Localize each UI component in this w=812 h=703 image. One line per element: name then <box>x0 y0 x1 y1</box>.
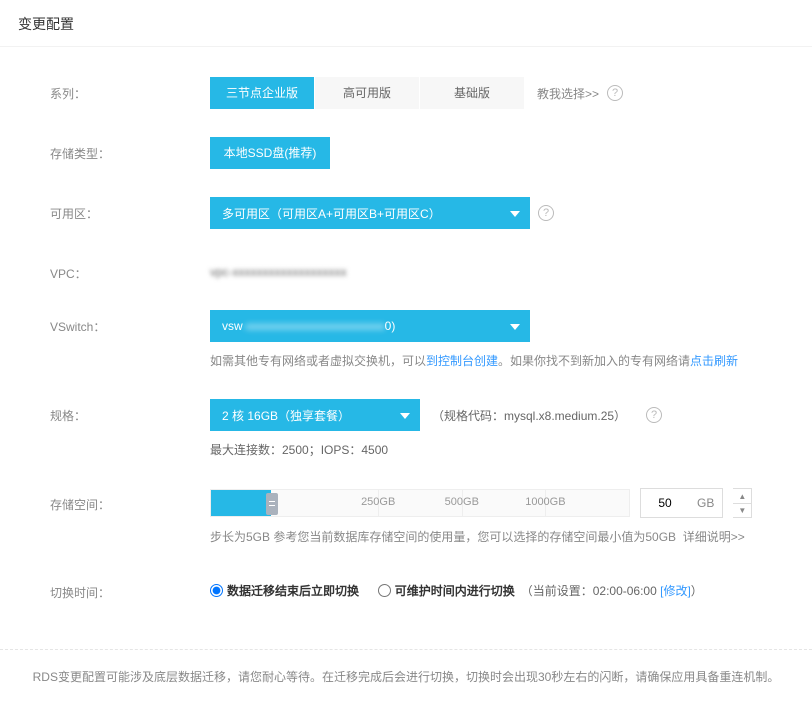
spec-code: （规格代码：mysql.x8.medium.25） <box>432 407 626 424</box>
storage-detail-link[interactable]: 详细说明>> <box>683 530 745 544</box>
chevron-down-icon <box>400 408 410 422</box>
row-vswitch: VSwitch： vsw-xxxxxxxxxxxxxxxxxxxxxxx0) 如… <box>50 310 794 371</box>
storage-type-option[interactable]: 本地SSD盘(推荐) <box>210 137 330 169</box>
switch-immediate-radio[interactable]: 数据迁移结束后立即切换 <box>210 582 359 599</box>
spec-label: 规格： <box>50 399 210 424</box>
vswitch-select-value: vsw <box>222 319 243 333</box>
slider-mark-label: 500GB <box>445 496 479 508</box>
switch-time-label: 切换时间： <box>50 576 210 601</box>
slider-mark-label: 250GB <box>361 496 395 508</box>
switch-current: （当前设置：02:00-06:00 [修改]） <box>521 582 703 599</box>
row-storage-type: 存储类型： 本地SSD盘(推荐) <box>50 137 794 169</box>
config-form: 系列： 三节点企业版 高可用版 基础版 教我选择>> ? 存储类型： 本地SSD… <box>0 47 812 649</box>
stepper-down-icon[interactable]: ▼ <box>733 504 751 518</box>
spec-meta: 最大连接数：2500；IOPS：4500 <box>210 441 794 460</box>
vpc-label: VPC： <box>50 257 210 282</box>
spec-select-value: 2 核 16GB（独享套餐） <box>222 407 350 424</box>
vswitch-hint: 如需其他专有网络或者虚拟交换机，可以到控制台创建。如果你找不到新加入的专有网络请… <box>210 352 794 371</box>
series-tabs: 三节点企业版 高可用版 基础版 教我选择>> ? <box>210 77 794 109</box>
zone-select-value: 多可用区（可用区A+可用区B+可用区C） <box>222 205 441 222</box>
refresh-link[interactable]: 点击刷新 <box>690 354 738 368</box>
radio-input[interactable] <box>210 584 223 597</box>
footer-notice: RDS变更配置可能涉及底层数据迁移，请您耐心等待。在迁移完成后会进行切换，切换时… <box>0 649 812 703</box>
storage-type-label: 存储类型： <box>50 137 210 162</box>
series-help-link[interactable]: 教我选择>> <box>537 85 599 102</box>
modify-link[interactable]: [修改] <box>660 584 691 598</box>
help-icon[interactable]: ? <box>607 85 623 101</box>
storage-input-wrap: GB <box>640 488 723 518</box>
storage-slider[interactable]: 250GB 500GB 1000GB <box>210 489 630 517</box>
row-vpc: VPC： vpc-xxxxxxxxxxxxxxxxxxx <box>50 257 794 282</box>
storage-hint: 步长为5GB 参考您当前数据库存储空间的使用量，您可以选择的存储空间最小值为50… <box>210 528 794 547</box>
vpc-value: vpc-xxxxxxxxxxxxxxxxxxx <box>210 257 794 279</box>
radio-input[interactable] <box>378 584 391 597</box>
slider-track <box>211 490 271 516</box>
chevron-down-icon <box>510 319 520 333</box>
series-option-basic[interactable]: 基础版 <box>420 77 524 109</box>
console-create-link[interactable]: 到控制台创建 <box>426 354 498 368</box>
row-switch-time: 切换时间： 数据迁移结束后立即切换 可维护时间内进行切换 （当前设置：02:00… <box>50 576 794 601</box>
series-option-enterprise[interactable]: 三节点企业版 <box>210 77 314 109</box>
page-title: 变更配置 <box>0 0 812 47</box>
storage-stepper: ▲ ▼ <box>733 488 752 518</box>
help-icon[interactable]: ? <box>646 407 662 423</box>
vswitch-select[interactable]: vsw-xxxxxxxxxxxxxxxxxxxxxxx0) <box>210 310 530 342</box>
row-storage: 存储空间： 250GB 500GB 1000GB GB <box>50 488 794 547</box>
storage-input[interactable] <box>641 489 689 517</box>
switch-maintain-radio[interactable]: 可维护时间内进行切换 <box>378 582 515 599</box>
row-spec: 规格： 2 核 16GB（独享套餐） （规格代码：mysql.x8.medium… <box>50 399 794 460</box>
zone-select[interactable]: 多可用区（可用区A+可用区B+可用区C） <box>210 197 530 229</box>
zone-label: 可用区： <box>50 197 210 222</box>
help-icon[interactable]: ? <box>538 205 554 221</box>
row-series: 系列： 三节点企业版 高可用版 基础版 教我选择>> ? <box>50 77 794 109</box>
series-label: 系列： <box>50 77 210 102</box>
row-zone: 可用区： 多可用区（可用区A+可用区B+可用区C） ? <box>50 197 794 229</box>
storage-label: 存储空间： <box>50 488 210 513</box>
series-option-ha[interactable]: 高可用版 <box>315 77 419 109</box>
stepper-up-icon[interactable]: ▲ <box>733 489 751 504</box>
spec-select[interactable]: 2 核 16GB（独享套餐） <box>210 399 420 431</box>
storage-unit: GB <box>689 496 722 510</box>
slider-mark-label: 1000GB <box>525 496 565 508</box>
chevron-down-icon <box>510 206 520 220</box>
vswitch-label: VSwitch： <box>50 310 210 335</box>
slider-handle[interactable] <box>266 493 278 515</box>
